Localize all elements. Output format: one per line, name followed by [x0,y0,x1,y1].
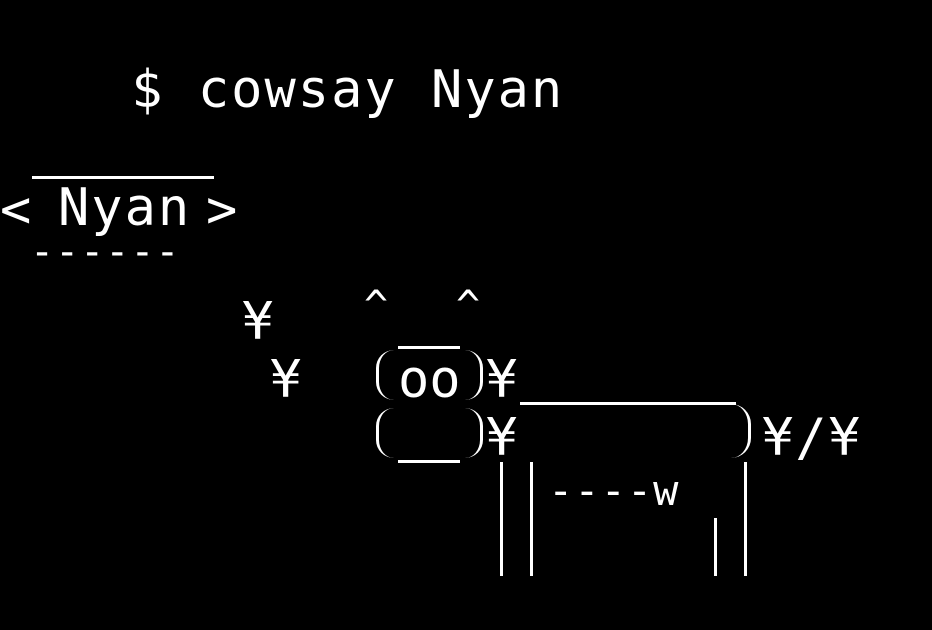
cow-head-mark-upper: ¥ [486,350,520,410]
cow-back-leg-1 [714,518,717,576]
bubble-right-bracket: > [206,180,240,240]
command-line: $ cowsay Nyan [0,12,564,168]
cow-head-bottom [398,460,460,463]
cow-head-right-upper [462,350,483,400]
cow-udder: ----w [548,466,680,515]
cow-ear-left: ^ [364,283,391,329]
prompt-symbol: $ [131,60,165,120]
bubble-text: Nyan [58,178,192,238]
cow-tail-end: ¥/¥ [762,408,862,468]
cow-back-leg-2 [744,462,747,576]
command-text: cowsay Nyan [197,60,565,120]
bubble-left-bracket: < [0,180,34,240]
cow-tail-mark-2: ¥ [270,350,304,410]
terminal-window[interactable]: $ cowsay Nyan < Nyan > ------ ¥ ¥ ^ ^ oo… [0,0,932,630]
bubble-bottom-border: ------ [30,229,181,275]
cow-head-top [398,346,460,349]
cow-eyes: oo [398,350,461,410]
cow-rump-curve [728,404,751,458]
cow-head-left-lower [376,408,397,458]
cow-front-leg-2 [530,462,533,576]
cow-back-line [520,402,736,405]
cow-head-mark-lower: ¥ [486,408,520,468]
cow-ear-right: ^ [456,283,483,329]
cow-front-leg-1 [500,462,503,576]
cow-head-right-lower [462,408,483,458]
cow-head-left-upper [376,350,397,400]
cow-tail-mark-1: ¥ [242,292,276,352]
